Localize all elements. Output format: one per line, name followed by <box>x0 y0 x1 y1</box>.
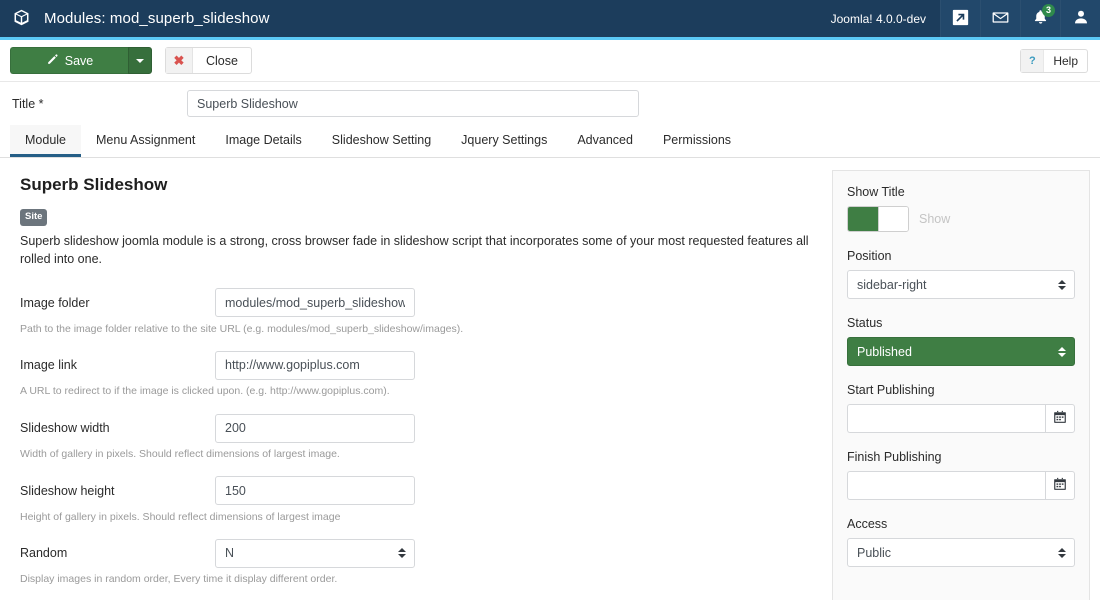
user-account-button[interactable] <box>1060 0 1100 37</box>
field-random: Random N Display images in random order,… <box>20 538 814 587</box>
save-dropdown-toggle[interactable] <box>128 47 152 74</box>
field-label: Image link <box>20 358 77 373</box>
tab-menu-assignment[interactable]: Menu Assignment <box>81 125 210 157</box>
sidebar-status-group: Status Published <box>847 316 1075 366</box>
tab-jquery-settings[interactable]: Jquery Settings <box>446 125 562 157</box>
tab-advanced[interactable]: Advanced <box>562 125 648 157</box>
position-label: Position <box>847 249 892 263</box>
status-label: Status <box>847 316 883 330</box>
sidebar-finish-publishing-group: Finish Publishing <box>847 450 1075 500</box>
finish-publishing-calendar-button[interactable] <box>1045 471 1075 500</box>
show-title-toggle[interactable] <box>847 206 909 232</box>
field-label: Random <box>20 546 68 561</box>
show-title-toggle-text: Show <box>919 212 951 226</box>
sidebar-position-group: Position sidebar-right <box>847 249 1075 299</box>
toggle-on-half <box>848 207 878 231</box>
field-help-text: Path to the image folder relative to the… <box>20 322 464 335</box>
app-header: Modules: mod_superb_slideshow Joomla! 4.… <box>0 0 1100 40</box>
page-content: Superb Slideshow Site Superb slideshow j… <box>0 158 1100 600</box>
tab-permissions[interactable]: Permissions <box>648 125 746 157</box>
sidebar-show-title-group: Show Title Show <box>847 185 1075 232</box>
field-slideshow-height: Slideshow height Height of gallery in pi… <box>20 476 814 525</box>
tab-slideshow-setting[interactable]: Slideshow Setting <box>317 125 446 157</box>
random-select[interactable]: N <box>215 538 415 568</box>
image-link-input[interactable] <box>215 350 415 380</box>
field-help-text: Height of gallery in pixels. Should refl… <box>20 510 341 523</box>
access-select[interactable]: Public <box>847 538 1075 567</box>
field-help-text: Width of gallery in pixels. Should refle… <box>20 448 340 461</box>
calendar-icon <box>1053 477 1067 494</box>
field-slideshow-width: Slideshow width Width of gallery in pixe… <box>20 413 814 462</box>
notification-count-badge: 3 <box>1042 4 1055 17</box>
save-button[interactable]: Save <box>10 47 128 74</box>
module-description: Superb slideshow joomla module is a stro… <box>20 233 809 266</box>
module-heading: Superb Slideshow <box>20 175 168 194</box>
finish-publishing-input[interactable] <box>847 471 1045 500</box>
title-field-row: Title * <box>0 82 1100 125</box>
slideshow-width-input[interactable] <box>215 413 415 443</box>
edit-pencil-icon <box>46 53 59 69</box>
status-select[interactable]: Published <box>847 337 1075 366</box>
tab-bar: Module Menu Assignment Image Details Sli… <box>0 125 1100 158</box>
envelope-icon <box>991 8 1010 30</box>
finish-publishing-label: Finish Publishing <box>847 450 942 464</box>
module-settings-panel: Superb Slideshow Site Superb slideshow j… <box>10 170 820 600</box>
access-label: Access <box>847 517 888 531</box>
scope-badge: Site <box>20 209 48 226</box>
messages-button[interactable] <box>980 0 1020 37</box>
position-select[interactable]: sidebar-right <box>847 270 1075 299</box>
page-title: Modules: mod_superb_slideshow <box>44 10 270 27</box>
notifications-button[interactable]: 3 <box>1020 0 1060 37</box>
chevron-down-icon <box>136 58 144 63</box>
joomla-version-label: Joomla! 4.0.0-dev <box>830 11 926 26</box>
status-select-wrap: Published <box>847 337 1075 366</box>
start-publishing-label: Start Publishing <box>847 383 935 397</box>
access-select-wrap: Public <box>847 538 1075 567</box>
user-icon <box>1072 8 1090 29</box>
close-x-icon: ✖ <box>166 48 193 73</box>
position-select-wrap: sidebar-right <box>847 270 1075 299</box>
question-mark-icon: ? <box>1021 49 1045 72</box>
help-button[interactable]: ? Help <box>1020 48 1088 73</box>
start-publishing-calendar-button[interactable] <box>1045 404 1075 433</box>
field-image-link: Image link A URL to redirect to if the i… <box>20 350 814 399</box>
save-button-label: Save <box>64 53 94 68</box>
close-button-label: Close <box>206 53 238 68</box>
tab-image-details[interactable]: Image Details <box>210 125 316 157</box>
start-publishing-input[interactable] <box>847 404 1045 433</box>
action-toolbar: Save ✖ Close ? Help <box>0 40 1100 82</box>
field-label: Image folder <box>20 295 90 310</box>
show-title-label: Show Title <box>847 185 905 199</box>
preview-site-button[interactable] <box>940 0 980 37</box>
sidebar-start-publishing-group: Start Publishing <box>847 383 1075 433</box>
image-folder-input[interactable] <box>215 288 415 318</box>
random-select-wrap: N <box>215 538 415 568</box>
header-actions: Joomla! 4.0.0-dev 3 <box>817 0 1100 37</box>
help-button-label: Help <box>1053 53 1078 68</box>
field-help-text: Display images in random order, Every ti… <box>20 573 338 586</box>
field-help-text: A URL to redirect to if the image is cli… <box>20 385 390 398</box>
calendar-icon <box>1053 410 1067 427</box>
cube-icon <box>12 8 31 30</box>
close-button[interactable]: ✖ Close <box>165 47 252 74</box>
field-label: Slideshow width <box>20 421 110 436</box>
header-brand: Modules: mod_superb_slideshow <box>0 0 817 37</box>
toggle-off-half <box>878 207 908 231</box>
title-field-label: Title * <box>12 96 44 111</box>
sidebar-access-group: Access Public <box>847 517 1075 567</box>
save-button-group: Save <box>10 47 152 74</box>
slideshow-height-input[interactable] <box>215 476 415 506</box>
field-label: Slideshow height <box>20 483 115 498</box>
external-link-icon <box>952 9 969 29</box>
field-image-folder: Image folder Path to the image folder re… <box>20 288 814 337</box>
module-sidebar: Show Title Show Position sidebar-right S… <box>832 170 1090 600</box>
tab-module[interactable]: Module <box>10 125 81 157</box>
title-input[interactable] <box>187 90 639 117</box>
